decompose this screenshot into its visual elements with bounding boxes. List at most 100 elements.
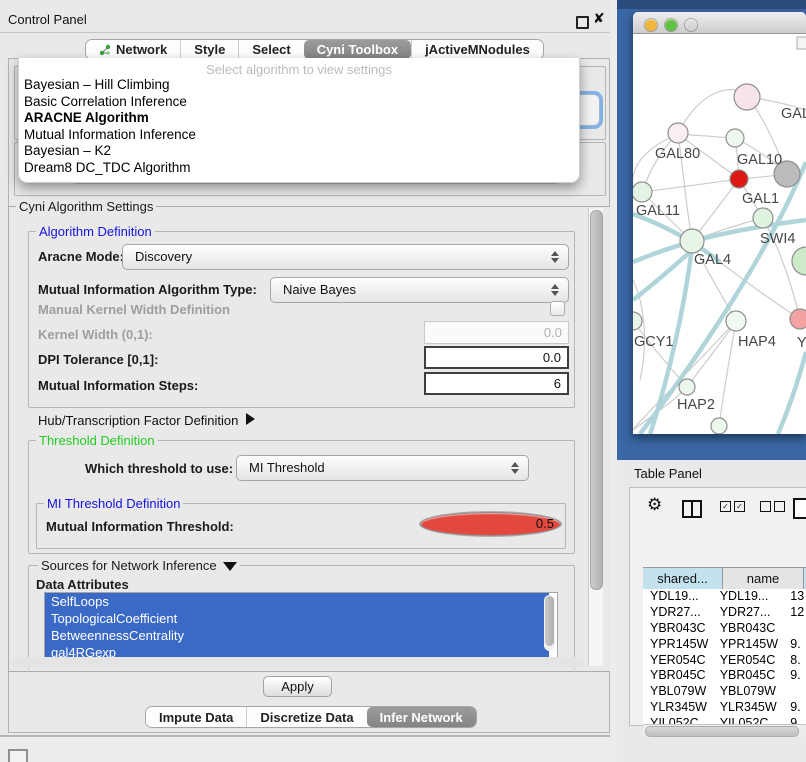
algorithm-option[interactable]: Dream8 DC_TDC Algorithm: [19, 160, 579, 177]
dpi-tolerance-field[interactable]: 0.0: [424, 346, 569, 369]
table-horizontal-scrollbar[interactable]: [643, 724, 806, 737]
column-header-1[interactable]: shared...: [643, 568, 723, 589]
table-row[interactable]: YBL079WYBL079W: [643, 684, 806, 700]
node-GAL1[interactable]: [730, 170, 748, 188]
table-row[interactable]: YDL19...YDL19...13: [643, 589, 806, 605]
settings-vertical-scrollbar-thumb[interactable]: [590, 210, 603, 590]
table-row[interactable]: YLR345WYLR345W9.: [643, 700, 806, 716]
network-edge-thick[interactable]: [778, 352, 806, 434]
tab-label: Select: [252, 42, 290, 57]
node-salmon[interactable]: [790, 309, 806, 329]
control-panel-tabs: Network Style Select Cyni ToolboxjActiveMNo…: [85, 39, 544, 60]
tab-network[interactable]: Network: [86, 40, 180, 59]
table-row[interactable]: YBR045CYBR045C9.: [643, 668, 806, 684]
node-HAP4[interactable]: [726, 311, 746, 331]
node-HAP2[interactable]: [679, 379, 695, 395]
checked-checkbox-icon[interactable]: ✓: [734, 501, 745, 512]
table-cell: YIL052C: [643, 716, 713, 724]
table-cell: YER054C: [643, 653, 713, 669]
settings-horizontal-scrollbar[interactable]: [12, 657, 584, 668]
canvas-scroll-fragment[interactable]: [797, 37, 806, 49]
node-SWI4[interactable]: [753, 208, 773, 228]
algorithm-dropdown-list: Bayesian – Hill ClimbingBasic Correlatio…: [19, 77, 579, 176]
float-window-icon[interactable]: [576, 16, 589, 29]
attribute-item[interactable]: gal4RGexp: [45, 644, 549, 658]
gear-icon[interactable]: ⚙: [647, 497, 662, 514]
unchecked-checkbox-icon[interactable]: [774, 501, 785, 512]
table-cell: YLR345W: [713, 700, 784, 716]
mi-algorithm-type-combo[interactable]: Naive Bayes: [270, 277, 569, 303]
algorithm-option[interactable]: Bayesian – Hill Climbing: [19, 77, 579, 94]
unchecked-checkbox-icon[interactable]: [760, 501, 771, 512]
aracne-mode-value: Discovery: [135, 249, 192, 264]
algorithm-option[interactable]: Basic Correlation Inference: [19, 94, 579, 111]
mi-threshold-label: Mutual Information Threshold:: [46, 519, 234, 534]
table-cell: YBL079W: [643, 684, 713, 700]
document-icon[interactable]: [793, 498, 806, 519]
algorithm-option[interactable]: Mutual Information Inference: [19, 127, 579, 144]
sources-group-title[interactable]: Sources for Network Inference: [38, 558, 240, 573]
close-icon[interactable]: ✘: [593, 10, 605, 27]
table-panel-title: Table Panel: [634, 466, 702, 481]
manual-kernel-checkbox[interactable]: [550, 301, 565, 316]
table-body: YDL19...YDL19...13YDR27...YDR27...12YBR0…: [643, 589, 806, 724]
tab-infer-network[interactable]: Infer Network: [367, 707, 476, 727]
table-cell: 12: [783, 605, 806, 621]
attributes-scrollbar[interactable]: [544, 595, 555, 651]
tab-jactivemnodules[interactable]: jActiveMNodules: [411, 40, 543, 59]
network-edge[interactable]: [642, 179, 739, 192]
columns-icon[interactable]: [682, 500, 702, 518]
attribute-item[interactable]: TopologicalCoefficient: [45, 610, 549, 627]
mi-threshold-field[interactable]: 0.5: [420, 512, 561, 536]
sources-title-text: Sources for Network Inference: [41, 558, 217, 573]
network-graph[interactable]: GALGAL80GAL10GAL1GAL11SWI4GAL4GCY1HAP4YH…: [633, 34, 806, 434]
algorithm-option[interactable]: ARACNE Algorithm: [19, 110, 579, 127]
algorithm-option[interactable]: Bayesian – K2: [19, 143, 579, 160]
column-header-2[interactable]: name: [723, 568, 804, 589]
minimize-traffic-light[interactable]: [665, 19, 677, 31]
table-horizontal-scrollbar-thumb[interactable]: [645, 726, 799, 737]
checked-checkbox-icon[interactable]: ✓: [720, 501, 731, 512]
node-GAL11[interactable]: [633, 182, 652, 202]
table-row[interactable]: YER054CYER054C8.: [643, 653, 806, 669]
node-GAL80[interactable]: [668, 123, 688, 143]
control-panel: Control Panel ✘ NetworkStyleSelectCyni T…: [0, 0, 611, 735]
network-canvas[interactable]: GALGAL80GAL10GAL1GAL11SWI4GAL4GCY1HAP4YH…: [633, 34, 806, 434]
attribute-item[interactable]: SelfLoops: [45, 593, 549, 610]
node-GAL4[interactable]: [680, 229, 704, 253]
node-GAL10[interactable]: [726, 129, 744, 147]
tab-cyni-toolbox[interactable]: Cyni Toolbox: [304, 40, 411, 59]
panel-bottom-divider: [0, 735, 617, 737]
network-window-titlebar[interactable]: [633, 12, 806, 34]
tab-select[interactable]: Select: [238, 40, 303, 59]
expand-arrow-icon[interactable]: [246, 413, 255, 425]
table-row[interactable]: YDR27...YDR27...12: [643, 605, 806, 621]
tab-impute-data[interactable]: Impute Data: [146, 707, 246, 727]
table-cell: YIL052C: [713, 716, 784, 724]
node-green-right[interactable]: [792, 247, 806, 275]
node-GCY1[interactable]: [633, 312, 642, 330]
close-traffic-light[interactable]: [645, 19, 657, 31]
node-label-Y: Y: [797, 335, 806, 351]
table-row[interactable]: YPR145WYPR145W9.: [643, 637, 806, 653]
tab-style[interactable]: Style: [180, 40, 238, 59]
table-row[interactable]: YIL052CYIL052C9.: [643, 716, 806, 724]
attributes-scrollbar-thumb[interactable]: [545, 596, 554, 646]
kernel-width-field[interactable]: 0.0: [424, 321, 569, 344]
hub-definition-row[interactable]: Hub/Transcription Factor Definition: [38, 413, 255, 428]
apply-button[interactable]: Apply: [263, 676, 332, 697]
which-threshold-combo[interactable]: MI Threshold: [236, 455, 529, 481]
node-pink-top[interactable]: [734, 84, 760, 110]
node-small-bottom[interactable]: [711, 418, 727, 434]
table-row[interactable]: YBR043CYBR043C: [643, 621, 806, 637]
tab-discretize-data[interactable]: Discretize Data: [246, 707, 366, 727]
corner-widget[interactable]: [8, 749, 28, 762]
collapse-arrow-icon[interactable]: [223, 562, 237, 571]
attribute-item[interactable]: BetweennessCentrality: [45, 627, 549, 644]
node-label-GAL11: GAL11: [636, 203, 680, 219]
data-attributes-list[interactable]: SelfLoopsTopologicalCoefficientBetweenne…: [44, 592, 558, 658]
zoom-traffic-light[interactable]: [685, 19, 697, 31]
tab-label: Style: [194, 42, 225, 57]
mi-steps-field[interactable]: 6: [424, 372, 569, 395]
aracne-mode-combo[interactable]: Discovery: [122, 244, 569, 270]
